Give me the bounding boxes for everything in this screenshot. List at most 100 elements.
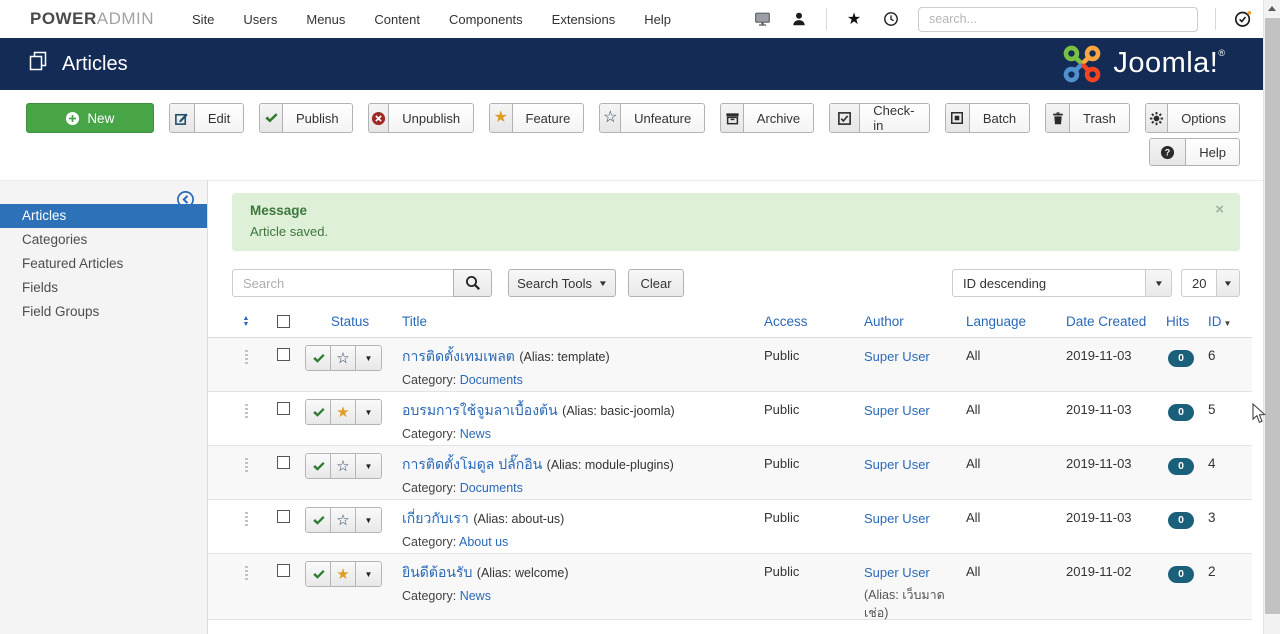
row-checkbox[interactable] [277,510,290,523]
sort-order-select[interactable]: ID descending ▼ [952,269,1172,297]
checkin-button[interactable]: Check-in [829,103,930,133]
sidebar-item-categories[interactable]: Categories [0,228,207,252]
published-check-button[interactable] [306,454,331,478]
user-account-icon[interactable] [789,9,809,29]
header-access[interactable]: Access [764,314,864,329]
filter-bar: Search Tools ▼ Clear ID descending ▼ 20 … [208,269,1263,297]
header-author[interactable]: Author [864,314,966,329]
header-language[interactable]: Language [966,314,1066,329]
admin-search-input[interactable] [918,7,1198,32]
ordering-sort-icon[interactable]: ▲▼ [243,316,250,328]
status-dropdown-button[interactable]: ▼ [356,454,381,478]
header-status[interactable]: Status [298,314,402,329]
scrollbar-thumb[interactable] [1265,18,1280,614]
author-link[interactable]: Super User [864,511,930,526]
trash-button[interactable]: Trash [1045,103,1130,133]
id-cell: 3 [1208,500,1248,525]
status-dropdown-button[interactable]: ▼ [356,346,381,370]
category-link[interactable]: Documents [460,373,523,387]
published-check-button[interactable] [306,400,331,424]
feature-button[interactable]: ★ Feature [489,103,584,133]
history-clock-icon[interactable] [881,9,901,29]
sidebar-item-field-groups[interactable]: Field Groups [0,300,207,324]
search-tools-button[interactable]: Search Tools ▼ [508,269,616,297]
sidebar-item-fields[interactable]: Fields [0,276,207,300]
article-title-link[interactable]: การติดตั้งเทมเพลต [402,348,515,364]
language-cell: All [966,446,1066,471]
drag-handle-icon[interactable] [245,350,248,365]
header-date-created[interactable]: Date Created [1066,314,1166,329]
row-checkbox[interactable] [277,564,290,577]
feature-toggle-button[interactable]: ☆ [331,346,356,370]
article-title-link[interactable]: อบรมการใช้จูมลาเบื้องต้น [402,402,558,418]
new-button[interactable]: New [26,103,154,133]
drag-handle-icon[interactable] [245,512,248,527]
feature-button-label: Feature [513,104,584,132]
row-checkbox[interactable] [277,456,290,469]
preview-site-icon[interactable] [752,9,772,29]
scroll-up-arrow-icon[interactable] [1268,6,1276,11]
feature-toggle-button[interactable]: ☆ [331,454,356,478]
menu-site[interactable]: Site [192,12,214,27]
hits-badge: 0 [1168,512,1194,529]
status-dropdown-button[interactable]: ▼ [356,400,381,424]
author-link[interactable]: Super User [864,457,930,472]
article-title-link[interactable]: เกี่ยวกับเรา [402,510,469,526]
list-limit-select[interactable]: 20 ▼ [1181,269,1240,297]
status-dropdown-button[interactable]: ▼ [356,508,381,532]
row-checkbox[interactable] [277,402,290,415]
article-title-link[interactable]: ยินดีต้อนรับ [402,564,472,580]
sidebar-item-articles[interactable]: Articles [0,204,207,228]
header-hits[interactable]: Hits [1166,314,1208,329]
author-link[interactable]: Super User [864,349,930,364]
category-link[interactable]: News [460,427,491,441]
category-link[interactable]: News [460,589,491,603]
header-id[interactable]: ID▼ [1208,314,1248,329]
menu-help[interactable]: Help [644,12,671,27]
select-all-checkbox[interactable] [277,315,290,328]
gear-icon [1146,104,1168,132]
sidebar-item-featured-articles[interactable]: Featured Articles [0,252,207,276]
sidebar: Articles Categories Featured Articles Fi… [0,180,208,634]
menu-content[interactable]: Content [374,12,420,27]
author-link[interactable]: Super User [864,403,930,418]
help-button[interactable]: ? Help [1149,138,1240,166]
table-row: ★▼ ยินดีต้อนรับ (Alias: welcome)Category… [208,554,1252,620]
favorites-star-icon[interactable]: ★ [844,9,864,29]
drag-handle-icon[interactable] [245,566,248,581]
unpublish-button[interactable]: Unpublish [368,103,475,133]
table-search-input[interactable] [232,269,454,297]
feature-toggle-button[interactable]: ★ [331,400,356,424]
message-close-icon[interactable]: × [1215,201,1224,218]
options-button[interactable]: Options [1145,103,1240,133]
menu-menus[interactable]: Menus [306,12,345,27]
menu-extensions[interactable]: Extensions [552,12,616,27]
feature-toggle-button[interactable]: ☆ [331,508,356,532]
published-check-button[interactable] [306,508,331,532]
article-title-link[interactable]: การติดตั้งโมดูล ปลั๊กอิน [402,456,542,472]
drag-handle-icon[interactable] [245,458,248,473]
unfeature-button[interactable]: ☆ Unfeature [599,103,705,133]
drag-handle-icon[interactable] [245,404,248,419]
task-check-icon[interactable] [1233,9,1253,29]
published-check-button[interactable] [306,562,331,586]
edit-button[interactable]: Edit [169,103,245,133]
menu-users[interactable]: Users [243,12,277,27]
feature-toggle-button[interactable]: ★ [331,562,356,586]
table-row: ☆▼ การติดตั้งโมดูล ปลั๊กอิน (Alias: modu… [208,446,1252,500]
header-title[interactable]: Title [402,314,764,329]
published-check-button[interactable] [306,346,331,370]
category-link[interactable]: Documents [460,481,523,495]
clear-button[interactable]: Clear [628,269,684,297]
search-submit-button[interactable] [453,269,492,297]
row-checkbox[interactable] [277,348,290,361]
archive-button[interactable]: Archive [720,103,814,133]
batch-button[interactable]: Batch [945,103,1030,133]
status-dropdown-button[interactable]: ▼ [356,562,381,586]
table-body: ☆▼ การติดตั้งเทมเพลต (Alias: template)Ca… [208,338,1252,620]
author-link[interactable]: Super User [864,565,930,580]
publish-button[interactable]: Publish [259,103,352,133]
category-link[interactable]: About us [459,535,508,549]
menu-components[interactable]: Components [449,12,523,27]
vertical-scrollbar[interactable] [1263,0,1280,634]
